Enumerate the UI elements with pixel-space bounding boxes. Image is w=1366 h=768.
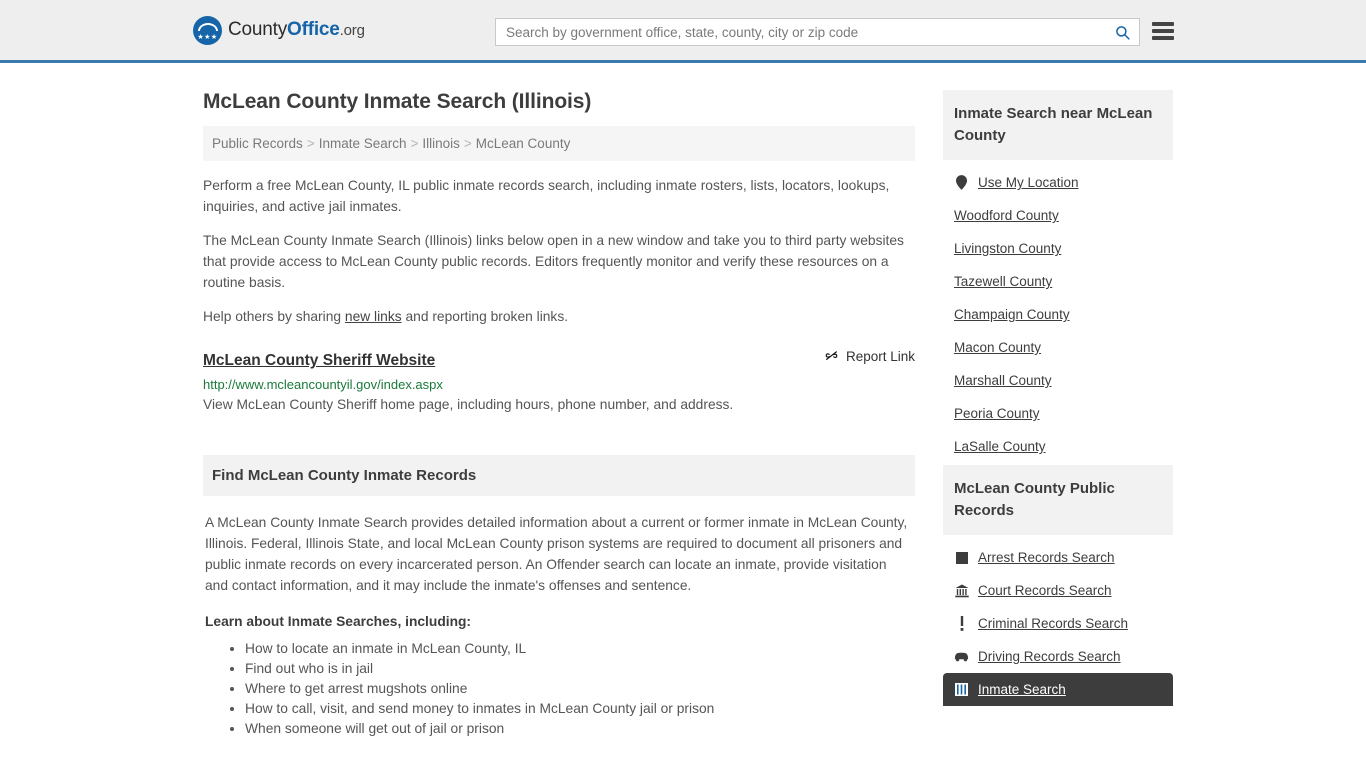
sidebar-link-label[interactable]: Driving Records Search xyxy=(978,649,1121,664)
logo-text-org: .org xyxy=(339,22,365,39)
result-title-link[interactable]: McLean County Sheriff Website xyxy=(203,352,435,370)
logo-text: CountyOffice.org xyxy=(228,19,365,41)
sidebar-link-label[interactable]: Criminal Records Search xyxy=(978,616,1128,631)
sidebar-item-marshall-county[interactable]: Marshall County xyxy=(943,364,1173,397)
sidebar-item-lasalle-county[interactable]: LaSalle County xyxy=(943,430,1173,463)
search-input[interactable] xyxy=(496,19,1105,45)
logo-text-county: County xyxy=(228,19,288,40)
breadcrumb-separator: > xyxy=(463,136,472,151)
sidebar-item-use-my-location[interactable]: Use My Location xyxy=(943,166,1173,199)
page-container: McLean County Inmate Search (Illinois) P… xyxy=(0,63,1366,739)
nearby-panel-heading: Inmate Search near McLean County xyxy=(943,90,1173,160)
breadcrumb-item-illinois[interactable]: Illinois xyxy=(422,136,460,151)
sidebar-link-label[interactable]: Peoria County xyxy=(954,406,1040,421)
search-icon xyxy=(1115,25,1130,40)
public-records-panel: McLean County Public Records Arrest Reco… xyxy=(943,465,1173,706)
sidebar-item-arrest-records-search[interactable]: Arrest Records Search xyxy=(943,541,1173,574)
sidebar-link-label[interactable]: Livingston County xyxy=(954,241,1061,256)
breadcrumb-item-inmate-search[interactable]: Inmate Search xyxy=(319,136,407,151)
sidebar-link-label[interactable]: Champaign County xyxy=(954,307,1070,322)
logo-text-office: Office xyxy=(287,19,340,40)
broken-link-icon xyxy=(824,349,839,364)
new-links-link[interactable]: new links xyxy=(345,309,402,324)
records-section-paragraph: A McLean County Inmate Search provides d… xyxy=(205,515,908,593)
list-item: How to locate an inmate in McLean County… xyxy=(245,639,913,659)
search-bar[interactable] xyxy=(495,18,1140,46)
sidebar-item-woodford-county[interactable]: Woodford County xyxy=(943,199,1173,232)
public-records-list: Arrest Records Search Court Records Sear… xyxy=(943,535,1173,706)
sidebar-item-macon-county[interactable]: Macon County xyxy=(943,331,1173,364)
jail-icon xyxy=(954,682,969,697)
intro-paragraph-2: The McLean County Inmate Search (Illinoi… xyxy=(203,233,904,290)
sidebar-link-label[interactable]: LaSalle County xyxy=(954,439,1046,454)
courthouse-icon xyxy=(954,583,969,598)
nearby-inmate-search-panel: Inmate Search near McLean County Use My … xyxy=(943,90,1173,463)
list-item: Find out who is in jail xyxy=(245,659,913,679)
site-logo[interactable]: ★★★ CountyOffice.org xyxy=(193,15,365,45)
sidebar-item-driving-records-search[interactable]: Driving Records Search xyxy=(943,640,1173,673)
sidebar-link-label[interactable]: Tazewell County xyxy=(954,274,1052,289)
report-link-button[interactable]: Report Link xyxy=(824,349,915,364)
intro-paragraph-1: Perform a free McLean County, IL public … xyxy=(203,178,890,214)
breadcrumb: Public Records > Inmate Search > Illinois > Mc… xyxy=(203,126,915,161)
exclamation-icon xyxy=(954,616,969,631)
sidebar-link-label[interactable]: Macon County xyxy=(954,340,1041,355)
sidebar-item-criminal-records-search[interactable]: Criminal Records Search xyxy=(943,607,1173,640)
hamburger-menu-icon[interactable] xyxy=(1152,20,1174,42)
sidebar-link-label[interactable]: Inmate Search xyxy=(978,682,1066,697)
breadcrumb-item-public-records[interactable]: Public Records xyxy=(212,136,303,151)
breadcrumb-item-mclean-county[interactable]: McLean County xyxy=(476,136,571,151)
intro-paragraph-3: Help others by sharing new links and rep… xyxy=(203,306,915,327)
sidebar: Inmate Search near McLean County Use My … xyxy=(943,90,1173,739)
list-item: When someone will get out of jail or pri… xyxy=(245,719,913,739)
map-pin-icon xyxy=(954,175,969,190)
sidebar-item-peoria-county[interactable]: Peoria County xyxy=(943,397,1173,430)
search-button[interactable] xyxy=(1105,19,1139,45)
sidebar-item-inmate-search[interactable]: Inmate Search xyxy=(943,673,1173,706)
main-content: McLean County Inmate Search (Illinois) P… xyxy=(203,63,915,739)
list-item: How to call, visit, and send money to in… xyxy=(245,699,913,719)
sidebar-link-label[interactable]: Woodford County xyxy=(954,208,1059,223)
sidebar-link-label[interactable]: Arrest Records Search xyxy=(978,550,1115,565)
records-section-body: A McLean County Inmate Search provides d… xyxy=(203,496,915,739)
report-link-label: Report Link xyxy=(845,349,915,364)
nearby-county-list: Use My Location Woodford County Livingst… xyxy=(943,160,1173,463)
public-records-panel-heading: McLean County Public Records xyxy=(943,465,1173,535)
site-header: ★★★ CountyOffice.org xyxy=(0,0,1366,63)
sidebar-item-court-records-search[interactable]: Court Records Search xyxy=(943,574,1173,607)
page-title: McLean County Inmate Search (Illinois) xyxy=(203,90,592,113)
eagle-shield-icon: ★★★ xyxy=(193,15,222,45)
result-description: View McLean County Sheriff home page, in… xyxy=(203,397,734,412)
square-icon xyxy=(954,550,969,565)
records-lead-in: Learn about Inmate Searches, including: xyxy=(205,614,472,629)
result-url: http://www.mcleancountyil.gov/index.aspx xyxy=(203,377,443,392)
sidebar-link-label[interactable]: Use My Location xyxy=(978,175,1079,190)
sidebar-item-livingston-county[interactable]: Livingston County xyxy=(943,232,1173,265)
logo-stars: ★★★ xyxy=(197,33,218,41)
sidebar-link-label[interactable]: Marshall County xyxy=(954,373,1052,388)
car-icon xyxy=(954,649,969,664)
sidebar-item-tazewell-county[interactable]: Tazewell County xyxy=(943,265,1173,298)
share-text-before: Help others by sharing xyxy=(203,309,345,324)
list-item: Where to get arrest mugshots online xyxy=(245,679,913,699)
sidebar-item-champaign-county[interactable]: Champaign County xyxy=(943,298,1173,331)
share-text-after: and reporting broken links. xyxy=(401,309,569,324)
breadcrumb-separator: > xyxy=(410,136,419,151)
sidebar-link-label[interactable]: Court Records Search xyxy=(978,583,1112,598)
records-section-heading: Find McLean County Inmate Records xyxy=(203,455,915,496)
result-link-block: McLean County Sheriff Website Report Lin… xyxy=(203,349,915,415)
breadcrumb-separator: > xyxy=(306,136,315,151)
inmate-search-topics-list: How to locate an inmate in McLean County… xyxy=(205,639,913,739)
